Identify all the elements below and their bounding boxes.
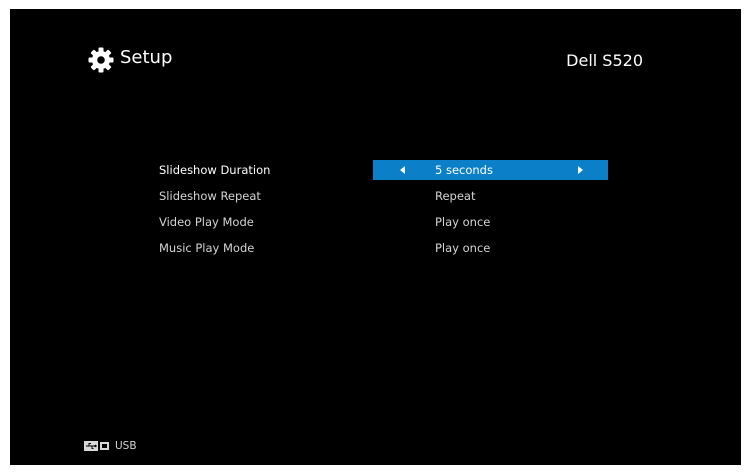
usb-icon: [84, 441, 109, 451]
arrow-right-icon[interactable]: [578, 166, 583, 174]
menu-item-label: Slideshow Repeat: [159, 189, 261, 203]
menu-item-value: 5 seconds: [435, 163, 493, 177]
value-selector[interactable]: Play once: [373, 212, 608, 232]
source-label: USB: [115, 440, 137, 452]
menu-item-value: Repeat: [435, 189, 476, 203]
menu-item-label: Slideshow Duration: [159, 163, 271, 177]
menu-item-label: Video Play Mode: [159, 215, 254, 229]
value-selector[interactable]: 5 seconds: [373, 160, 608, 180]
menu-item-slideshow-repeat[interactable]: Slideshow Repeat Repeat: [10, 186, 741, 206]
value-selector[interactable]: Play once: [373, 238, 608, 258]
menu-item-slideshow-duration[interactable]: Slideshow Duration 5 seconds: [10, 160, 741, 180]
gear-icon: [88, 47, 114, 73]
model-name: Dell S520: [566, 51, 643, 70]
projector-osd-screen: Setup Dell S520 Slideshow Duration 5 sec…: [10, 9, 741, 465]
menu-item-value: Play once: [435, 241, 491, 255]
arrow-left-icon[interactable]: [400, 166, 405, 174]
menu-item-music-play-mode[interactable]: Music Play Mode Play once: [10, 238, 741, 258]
menu-item-label: Music Play Mode: [159, 241, 255, 255]
menu-item-value: Play once: [435, 215, 491, 229]
menu-item-video-play-mode[interactable]: Video Play Mode Play once: [10, 212, 741, 232]
page-title: Setup: [120, 47, 173, 68]
value-selector[interactable]: Repeat: [373, 186, 608, 206]
